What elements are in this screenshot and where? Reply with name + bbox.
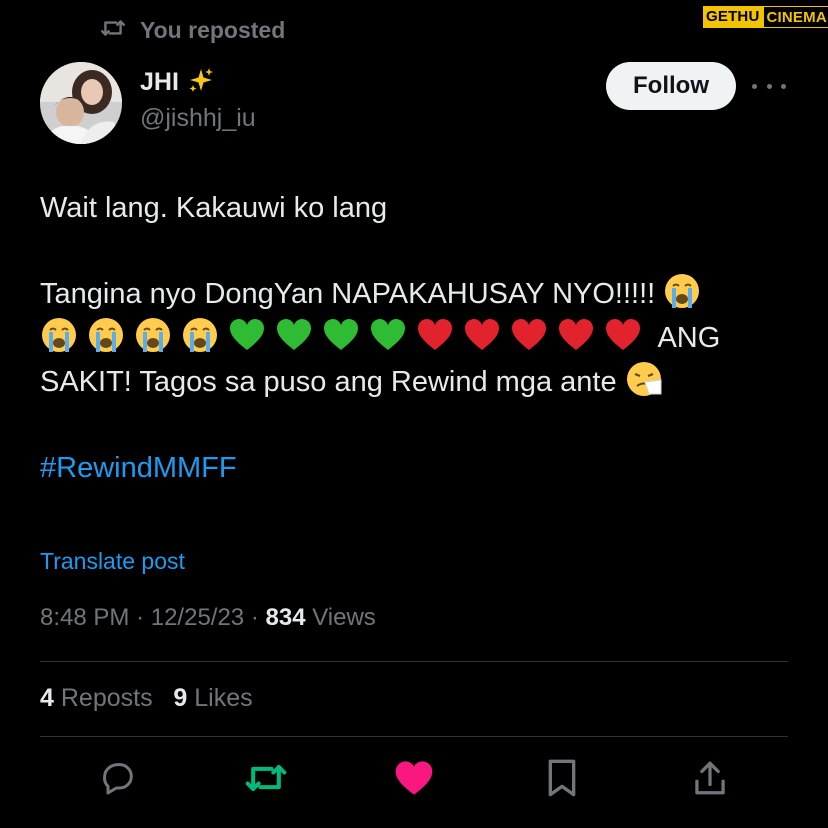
crying-emoji-icon <box>134 316 172 354</box>
like-icon[interactable] <box>392 756 436 800</box>
watermark-part2: CINEMA <box>762 6 828 28</box>
crying-emoji-icon <box>87 316 125 354</box>
likes-stat[interactable]: 9 Likes <box>173 684 252 712</box>
avatar[interactable] <box>40 62 122 144</box>
hashtag-link[interactable]: #RewindMMFF <box>40 446 800 490</box>
red-heart-icon <box>604 316 642 354</box>
translate-post-link[interactable]: Translate post <box>40 548 185 575</box>
red-heart-icon <box>463 316 501 354</box>
reposts-count: 4 <box>40 684 54 712</box>
tweet-line-2-mid: ANG <box>657 322 721 354</box>
crying-emoji-icon <box>663 272 701 310</box>
more-options-icon[interactable] <box>752 74 786 98</box>
sparkles-icon <box>187 66 215 99</box>
green-heart-icon <box>228 316 266 354</box>
tweet-line-2-end: SAKIT! Tagos sa puso ang Rewind mga ante <box>40 366 617 398</box>
post-time[interactable]: 8:48 PM <box>40 604 129 631</box>
crying-emoji-icon <box>181 316 219 354</box>
tweet-text: Wait lang. Kakauwi ko lang Tangina nyo D… <box>40 186 800 490</box>
likes-label: Likes <box>194 684 253 712</box>
repost-text: You reposted <box>140 16 286 43</box>
sneezing-face-icon <box>625 360 663 398</box>
author-name-row[interactable]: JHI <box>140 66 215 99</box>
repost-indicator: You reposted <box>100 16 285 44</box>
repost-action-icon[interactable] <box>244 756 288 800</box>
post-date[interactable]: 12/25/23 <box>151 604 244 631</box>
reposts-label: Reposts <box>60 684 153 712</box>
red-heart-icon <box>416 316 454 354</box>
meta-separator: · <box>136 604 145 631</box>
reposts-stat[interactable]: 4 Reposts <box>40 684 153 712</box>
watermark-part1: GETHU <box>703 6 763 28</box>
green-heart-icon <box>322 316 360 354</box>
views-label: Views <box>312 604 376 631</box>
share-icon[interactable] <box>688 756 732 800</box>
divider <box>40 661 788 662</box>
crying-emoji-icon <box>40 316 78 354</box>
tweet-meta: 8:48 PM · 12/25/23 · 834 Views <box>40 604 376 632</box>
repost-icon <box>100 17 126 44</box>
likes-count: 9 <box>173 684 188 712</box>
green-heart-icon <box>275 316 313 354</box>
tweet-line-2-start: Tangina nyo DongYan NAPAKAHUSAY NYO!!!!! <box>40 278 656 310</box>
divider <box>40 736 788 737</box>
engagement-stats: 4 Reposts 9 Likes <box>40 684 253 713</box>
tweet-paragraph-2: Tangina nyo DongYan NAPAKAHUSAY NYO!!!!!… <box>40 272 800 404</box>
red-heart-icon <box>557 316 595 354</box>
tweet-line-1: Wait lang. Kakauwi ko lang <box>40 192 388 224</box>
author-handle[interactable]: @jishhj_iu <box>140 104 256 133</box>
reply-icon[interactable] <box>96 756 140 800</box>
follow-button[interactable]: Follow <box>606 62 736 110</box>
meta-separator: · <box>250 604 259 631</box>
watermark-logo: GETHU CINEMA <box>703 6 828 28</box>
author-name[interactable]: JHI <box>140 68 179 97</box>
green-heart-icon <box>369 316 407 354</box>
red-heart-icon <box>510 316 548 354</box>
views-count: 834 <box>265 604 306 631</box>
bookmark-icon[interactable] <box>540 756 584 800</box>
